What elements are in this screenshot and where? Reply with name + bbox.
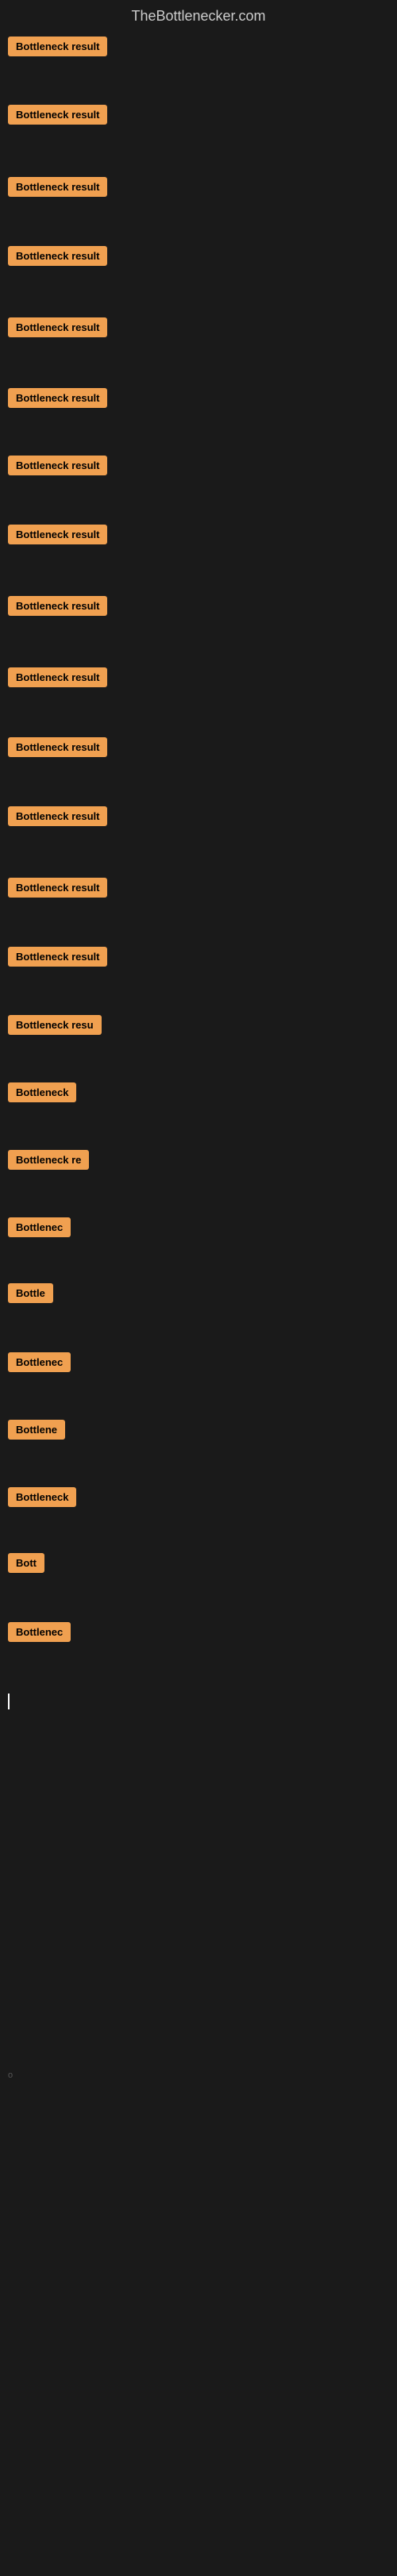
site-title: TheBottlenecker.com <box>0 0 397 37</box>
bottleneck-item-13[interactable]: Bottleneck result <box>8 878 107 902</box>
bottleneck-item-16[interactable]: Bottleneck <box>8 1082 76 1106</box>
bottleneck-item-20[interactable]: Bottlenec <box>8 1352 71 1376</box>
bottleneck-item-4[interactable]: Bottleneck result <box>8 246 107 270</box>
bottleneck-item-7[interactable]: Bottleneck result <box>8 456 107 479</box>
bottleneck-item-12[interactable]: Bottleneck result <box>8 806 107 830</box>
bottleneck-badge-15: Bottleneck resu <box>8 1015 102 1035</box>
bottleneck-badge-6: Bottleneck result <box>8 388 107 408</box>
bottleneck-badge-18: Bottlenec <box>8 1217 71 1237</box>
bottleneck-item-10[interactable]: Bottleneck result <box>8 667 107 691</box>
bottleneck-item-9[interactable]: Bottleneck result <box>8 596 107 620</box>
bottleneck-badge-17: Bottleneck re <box>8 1150 89 1170</box>
bottleneck-item-19[interactable]: Bottle <box>8 1283 53 1307</box>
bottleneck-badge-5: Bottleneck result <box>8 317 107 337</box>
bottleneck-badge-22: Bottleneck <box>8 1487 76 1507</box>
bottleneck-item-8[interactable]: Bottleneck result <box>8 525 107 548</box>
bottleneck-item-18[interactable]: Bottlenec <box>8 1217 71 1241</box>
bottleneck-badge-24: Bottlenec <box>8 1622 71 1642</box>
bottleneck-badge-3: Bottleneck result <box>8 177 107 197</box>
bottleneck-badge-19: Bottle <box>8 1283 53 1303</box>
small-label: o <box>8 2070 13 2080</box>
bottleneck-item-15[interactable]: Bottleneck resu <box>8 1015 102 1039</box>
bottleneck-item-23[interactable]: Bott <box>8 1553 44 1577</box>
bottleneck-badge-7: Bottleneck result <box>8 456 107 475</box>
bottleneck-badge-4: Bottleneck result <box>8 246 107 266</box>
bottleneck-badge-2: Bottleneck result <box>8 105 107 125</box>
bottleneck-item-6[interactable]: Bottleneck result <box>8 388 107 412</box>
site-title-wrapper: TheBottlenecker.com Bottleneck result Bot… <box>0 0 397 2576</box>
bottleneck-badge-16: Bottleneck <box>8 1082 76 1102</box>
bottleneck-badge-8: Bottleneck result <box>8 525 107 544</box>
bottleneck-badge-10: Bottleneck result <box>8 667 107 687</box>
bottleneck-badge-12: Bottleneck result <box>8 806 107 826</box>
bottleneck-item-3[interactable]: Bottleneck result <box>8 177 107 201</box>
bottleneck-item-11[interactable]: Bottleneck result <box>8 737 107 761</box>
bottleneck-badge-9: Bottleneck result <box>8 596 107 616</box>
bottleneck-badge-21: Bottlene <box>8 1420 65 1440</box>
bottleneck-item-22[interactable]: Bottleneck <box>8 1487 76 1511</box>
bottleneck-item-1[interactable]: Bottleneck result <box>8 37 107 60</box>
bottleneck-item-17[interactable]: Bottleneck re <box>8 1150 89 1174</box>
bottleneck-badge-23: Bott <box>8 1553 44 1573</box>
bottleneck-item-2[interactable]: Bottleneck result <box>8 105 107 129</box>
bottleneck-item-24[interactable]: Bottlenec <box>8 1622 71 1646</box>
bottleneck-item-5[interactable]: Bottleneck result <box>8 317 107 341</box>
bottleneck-badge-13: Bottleneck result <box>8 878 107 898</box>
bottleneck-item-21[interactable]: Bottlene <box>8 1420 65 1444</box>
bottleneck-badge-20: Bottlenec <box>8 1352 71 1372</box>
bottleneck-badge-14: Bottleneck result <box>8 947 107 967</box>
cursor-line <box>8 1694 10 1709</box>
bottleneck-item-14[interactable]: Bottleneck result <box>8 947 107 971</box>
bottleneck-badge-11: Bottleneck result <box>8 737 107 757</box>
bottleneck-badge-1: Bottleneck result <box>8 37 107 56</box>
